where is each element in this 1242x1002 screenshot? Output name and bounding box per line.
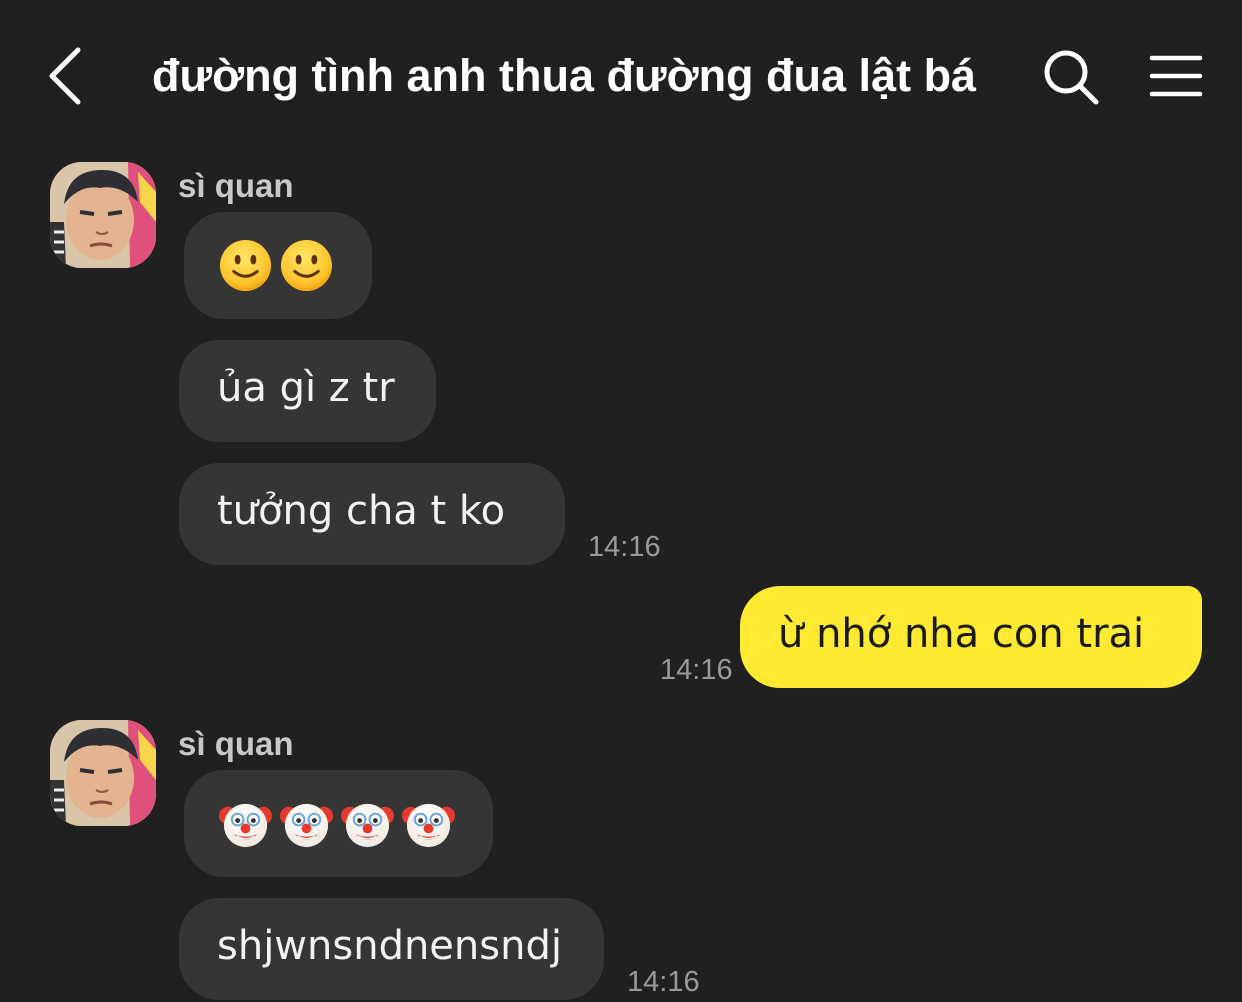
chat-header: đường tình anh thua đường đua lật bá <box>0 0 1242 150</box>
clown-face-emoji <box>401 796 456 851</box>
message-bubble[interactable]: tưởng cha t ko <box>179 463 565 565</box>
chat-title: đường tình anh thua đường đua lật bá <box>152 50 977 101</box>
hamburger-menu-icon <box>1149 55 1203 97</box>
sender-name: sì quan <box>178 725 294 762</box>
message-text: ủa gì z tr <box>217 365 395 411</box>
message-text: tưởng cha t ko <box>217 488 506 534</box>
search-button[interactable] <box>1040 46 1102 108</box>
message-timestamp: 14:16 <box>660 654 733 686</box>
chevron-left-icon <box>49 47 81 105</box>
message-timestamp: 14:16 <box>588 531 661 563</box>
back-button[interactable] <box>40 40 100 110</box>
avatar-photo <box>50 720 156 826</box>
sender-name: sì quan <box>178 167 294 204</box>
menu-button[interactable] <box>1148 50 1204 102</box>
smiling-face-emoji <box>218 238 273 293</box>
message-text: ừ nhớ nha con trai <box>778 611 1145 657</box>
search-icon <box>1044 50 1099 105</box>
outgoing-message-bubble[interactable]: ừ nhớ nha con trai <box>740 586 1202 688</box>
message-timestamp: 14:16 <box>627 966 700 998</box>
smiling-face-emoji <box>279 238 334 293</box>
clown-face-emoji <box>218 796 273 851</box>
avatar-photo <box>50 162 156 268</box>
message-bubble[interactable]: shjwnsndnensndj <box>179 898 604 1000</box>
clown-face-emoji <box>340 796 395 851</box>
clown-face-emoji <box>279 796 334 851</box>
avatar[interactable] <box>50 162 156 268</box>
message-bubble[interactable]: ủa gì z tr <box>179 340 436 442</box>
message-bubble-emoji[interactable] <box>184 212 372 319</box>
message-text: shjwnsndnensndj <box>217 923 562 969</box>
avatar[interactable] <box>50 720 156 826</box>
message-bubble-emoji[interactable] <box>184 770 493 877</box>
